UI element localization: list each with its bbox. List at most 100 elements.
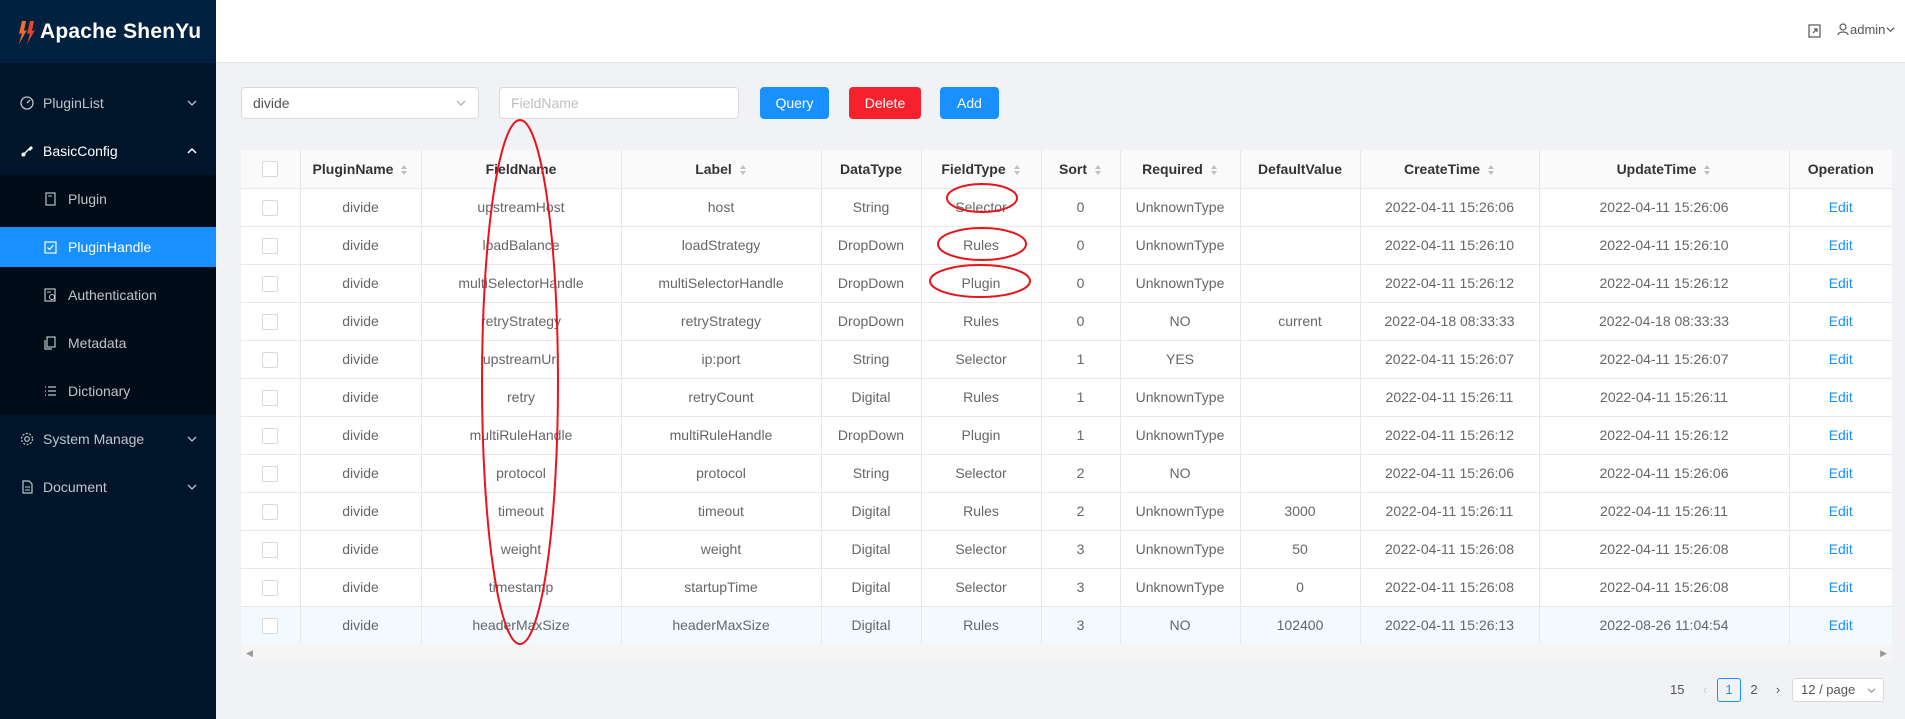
table-row[interactable]: divide upstreamHost host String Selector 0 Unk…	[241, 188, 1892, 227]
horizontal-scrollbar[interactable]: ◀ ▶	[241, 644, 1892, 661]
row-select-cell[interactable]	[241, 454, 301, 493]
row-checkbox[interactable]	[262, 465, 279, 482]
edit-link[interactable]: Edit	[1829, 275, 1853, 291]
cell-operation: Edit	[1789, 606, 1892, 644]
cell-label: headerMaxSize	[621, 606, 822, 644]
table-row[interactable]: divide headerMaxSize headerMaxSize Digital R…	[241, 606, 1892, 644]
query-button[interactable]: Query	[760, 87, 829, 119]
row-checkbox[interactable]	[262, 427, 279, 444]
table-row[interactable]: divide timestamp startupTime Digital Selecto…	[241, 568, 1892, 607]
row-checkbox[interactable]	[262, 351, 279, 368]
row-checkbox[interactable]	[262, 313, 279, 330]
table-row[interactable]: divide weight weight Digital Selector 3 Unknow…	[241, 530, 1892, 569]
row-select-cell[interactable]	[241, 264, 301, 303]
edit-link[interactable]: Edit	[1829, 199, 1853, 215]
user-menu[interactable]: admin	[1837, 22, 1896, 37]
row-select-cell[interactable]	[241, 568, 301, 607]
table-row[interactable]: divide protocol protocol String Selector 2 NO 2…	[241, 454, 1892, 493]
column-header-createtime[interactable]: CreateTime	[1360, 150, 1540, 189]
column-header-required[interactable]: Required	[1120, 150, 1241, 189]
cell-required: NO	[1120, 606, 1241, 644]
edit-link[interactable]: Edit	[1829, 313, 1853, 329]
row-checkbox[interactable]	[262, 237, 279, 254]
edit-link[interactable]: Edit	[1829, 541, 1853, 557]
cell-operation: Edit	[1789, 492, 1892, 531]
next-page-icon[interactable]: ›	[1771, 678, 1785, 702]
table-row[interactable]: divide multiSelectorHandle multiSelectorHa…	[241, 264, 1892, 303]
audit-icon	[44, 288, 56, 302]
sidebar-item-dictionary[interactable]: Dictionary	[0, 371, 216, 411]
row-checkbox[interactable]	[262, 199, 279, 216]
column-header-sort[interactable]: Sort	[1041, 150, 1121, 189]
sort-icon[interactable]	[1703, 164, 1711, 176]
column-header-updatetime[interactable]: UpdateTime	[1539, 150, 1790, 189]
row-select-cell[interactable]	[241, 530, 301, 569]
cell-required: NO	[1120, 302, 1241, 341]
row-select-cell[interactable]	[241, 606, 301, 644]
column-header-pluginname[interactable]: PluginName	[300, 150, 422, 189]
cell-fieldname: protocol	[421, 454, 622, 493]
row-select-cell[interactable]	[241, 340, 301, 379]
select-all-checkbox[interactable]	[262, 161, 279, 178]
row-select-cell[interactable]	[241, 188, 301, 227]
table-row[interactable]: divide multiRuleHandle multiRuleHandle Drop…	[241, 416, 1892, 455]
table-row[interactable]: divide retry retryCount Digital Rules 1 Unknow…	[241, 378, 1892, 417]
edit-link[interactable]: Edit	[1829, 617, 1853, 633]
sidebar-item-authentication[interactable]: Authentication	[0, 275, 216, 315]
scroll-right-icon[interactable]: ▶	[1880, 648, 1887, 659]
row-select-cell[interactable]	[241, 378, 301, 417]
row-select-cell[interactable]	[241, 302, 301, 341]
column-header-label[interactable]: Label	[621, 150, 822, 189]
row-checkbox[interactable]	[262, 275, 279, 292]
sidebar-item-system-manage[interactable]: System Manage	[0, 419, 216, 459]
table-row[interactable]: divide upstreamUrl ip:port String Selector 1 Y…	[241, 340, 1892, 379]
cell-operation: Edit	[1789, 454, 1892, 493]
row-checkbox[interactable]	[262, 579, 279, 596]
export-icon[interactable]	[1808, 24, 1822, 38]
cell-fieldtype: Plugin	[921, 264, 1042, 303]
sidebar-item-document[interactable]: Document	[0, 467, 216, 507]
page-2[interactable]: 2	[1742, 678, 1766, 702]
sidebar-item-basicconfig[interactable]: BasicConfig	[0, 131, 216, 171]
scroll-left-icon[interactable]: ◀	[246, 648, 253, 659]
edit-link[interactable]: Edit	[1829, 237, 1853, 253]
sort-icon[interactable]	[739, 164, 747, 176]
edit-link[interactable]: Edit	[1829, 465, 1853, 481]
row-checkbox[interactable]	[262, 617, 279, 634]
sort-icon[interactable]	[1013, 164, 1021, 176]
page-1[interactable]: 1	[1717, 678, 1741, 702]
prev-page-icon[interactable]: ‹	[1698, 678, 1712, 702]
plugin-select[interactable]: divide	[241, 87, 479, 119]
row-select-cell[interactable]	[241, 226, 301, 265]
sidebar-item-pluginlist[interactable]: PluginList	[0, 83, 216, 123]
logo[interactable]: Apache ShenYu	[0, 0, 216, 63]
row-checkbox[interactable]	[262, 503, 279, 520]
sort-icon[interactable]	[400, 164, 408, 176]
row-checkbox[interactable]	[262, 541, 279, 558]
page-size-select[interactable]: 12 / page	[1792, 678, 1884, 702]
sort-icon[interactable]	[1487, 164, 1495, 176]
edit-link[interactable]: Edit	[1829, 389, 1853, 405]
cell-datatype: DropDown	[821, 416, 922, 455]
table-row[interactable]: divide retryStrategy retryStrategy DropDown…	[241, 302, 1892, 341]
sort-icon[interactable]	[1094, 164, 1102, 176]
table-row[interactable]: divide timeout timeout Digital Rules 2 Unknown…	[241, 492, 1892, 531]
sidebar-item-metadata[interactable]: Metadata	[0, 323, 216, 363]
sidebar-item-pluginhandle[interactable]: PluginHandle	[0, 227, 216, 267]
delete-button[interactable]: Delete	[849, 87, 921, 119]
fieldname-search-input[interactable]	[499, 87, 739, 119]
edit-link[interactable]: Edit	[1829, 427, 1853, 443]
add-button[interactable]: Add	[940, 87, 999, 119]
row-select-cell[interactable]	[241, 416, 301, 455]
table-row[interactable]: divide loadBalance loadStrategy DropDown Rul…	[241, 226, 1892, 265]
sort-icon[interactable]	[1210, 164, 1218, 176]
select-all-cell[interactable]	[241, 150, 301, 189]
cell-fieldname: retry	[421, 378, 622, 417]
edit-link[interactable]: Edit	[1829, 351, 1853, 367]
row-checkbox[interactable]	[262, 389, 279, 406]
column-header-fieldtype[interactable]: FieldType	[921, 150, 1042, 189]
edit-link[interactable]: Edit	[1829, 503, 1853, 519]
sidebar-item-plugin[interactable]: Plugin	[0, 179, 216, 219]
edit-link[interactable]: Edit	[1829, 579, 1853, 595]
row-select-cell[interactable]	[241, 492, 301, 531]
